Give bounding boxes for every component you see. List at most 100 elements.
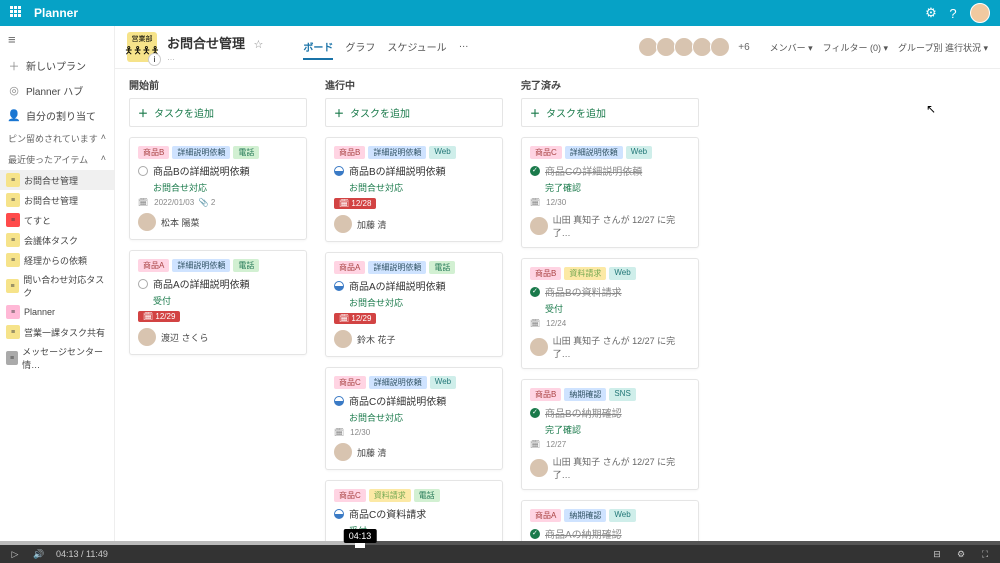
task-meta: 🗓 12/24 [530, 319, 690, 328]
sidebar-plan-item[interactable]: ≡会議体タスク [0, 230, 114, 250]
calendar-icon: 🗓 [138, 198, 148, 207]
view-tab[interactable]: スケジュール [387, 35, 446, 60]
plan-icon: ≡ [6, 305, 20, 319]
plan-label: メッセージセンター情… [22, 345, 108, 371]
user-avatar[interactable] [970, 3, 990, 23]
plan-menu[interactable]: … [167, 53, 263, 62]
calendar-icon: 🗓 [530, 319, 540, 328]
status-circle[interactable] [530, 166, 540, 176]
more-members[interactable]: +6 [738, 42, 749, 53]
nav-section-pinned[interactable]: ピン留めされています˄ [0, 128, 114, 149]
settings-icon[interactable]: ⚙ [920, 5, 942, 21]
task-meta: 🗓 12/27 [530, 440, 690, 449]
task-card[interactable]: 商品B資料請求Web商品Bの資料請求受付🗓 12/24山田 真知子 さんが 12… [521, 258, 699, 369]
add-task-button[interactable]: ＋タスクを追加 [521, 98, 699, 127]
status-circle[interactable] [530, 287, 540, 297]
header-filter[interactable]: メンバー ▾ [770, 43, 813, 53]
task-tag: 詳細説明依頼 [565, 146, 623, 159]
plan-icon: ≡ [6, 279, 19, 293]
status-circle[interactable] [334, 509, 344, 519]
plus-icon: ＋ [8, 60, 20, 72]
task-tag: 納期確認 [564, 388, 606, 401]
plan-label: お問合せ管理 [24, 174, 78, 187]
help-icon[interactable]: ? [942, 6, 964, 21]
cc-icon[interactable]: ⊟ [930, 549, 944, 560]
task-card[interactable]: 商品C詳細説明依頼Web商品Cの詳細説明依頼完了確認🗓 12/30山田 真知子 … [521, 137, 699, 248]
view-tab[interactable]: … [459, 35, 469, 60]
plan-label: 問い合わせ対応タスク [23, 273, 108, 299]
task-title: 商品Cの詳細説明依頼 [545, 163, 642, 178]
nav-label: 新しいプラン [26, 58, 86, 73]
task-tag: 詳細説明依頼 [368, 146, 426, 159]
assignee-avatar [138, 328, 156, 346]
chevron-up-icon: ˄ [101, 132, 106, 145]
sidebar-plan-item[interactable]: ≡Planner [0, 302, 114, 322]
sidebar-plan-item[interactable]: ≡ 営業一課タスク共有 [0, 322, 114, 342]
add-task-label: タスクを追加 [154, 105, 214, 120]
task-card[interactable]: 商品A詳細説明依頼電話商品Aの詳細説明依頼お問合せ対応🗓 12/29鈴木 花子 [325, 252, 503, 357]
task-tag: 詳細説明依頼 [368, 261, 426, 274]
task-tag: 電話 [414, 489, 440, 502]
column-title: 完了済み [521, 77, 699, 92]
column-title: 進行中 [325, 77, 503, 92]
add-task-button[interactable]: ＋タスクを追加 [129, 98, 307, 127]
header-filter[interactable]: グループ別 進行状況 ▾ [898, 43, 988, 53]
plan-label: 営業一課タスク共有 [24, 326, 105, 339]
info-icon[interactable]: i [148, 53, 161, 66]
status-circle[interactable] [530, 408, 540, 418]
plan-icon: 営業部 🯅🯅🯅🯅 i [127, 32, 157, 62]
task-card[interactable]: 商品A納期確認Web商品Aの納期確認完了確認🗓 12/27山田 真知子 さんが … [521, 500, 699, 545]
favorite-icon[interactable]: ☆ [253, 39, 263, 51]
nav-hub[interactable]: ◎Planner ハブ [0, 78, 114, 103]
task-card[interactable]: 商品B詳細説明依頼Web商品Bの詳細説明依頼お問合せ対応🗓 12/28加藤 清 [325, 137, 503, 242]
sidebar-plan-item[interactable]: ≡お問合せ管理 [0, 170, 114, 190]
hamburger-icon[interactable]: ≡ [0, 26, 114, 53]
sidebar-plan-item[interactable]: ≡メッセージセンター情… [0, 342, 114, 374]
status-circle[interactable] [334, 281, 344, 291]
fullscreen-icon[interactable]: ⛶ [978, 549, 992, 560]
view-tab[interactable]: ボード [303, 35, 333, 60]
sidebar-plan-item[interactable]: ≡ お問合せ管理 [0, 190, 114, 210]
task-tag: 商品C [334, 489, 366, 502]
status-circle[interactable] [530, 529, 540, 539]
task-tag: Web [609, 509, 635, 522]
status-circle[interactable] [334, 166, 344, 176]
nav-section-recent[interactable]: 最近使ったアイテム˄ [0, 149, 114, 170]
volume-icon[interactable]: 🔊 [32, 549, 46, 560]
task-tag: 電話 [233, 259, 259, 272]
plan-icon: ≡ [6, 193, 20, 207]
plan-label: お問合せ管理 [24, 194, 78, 207]
board-column: 進行中 ＋タスクを追加商品B詳細説明依頼Web商品Bの詳細説明依頼お問合せ対応🗓 … [325, 77, 503, 545]
status-circle[interactable] [138, 166, 148, 176]
sidebar-plan-item[interactable]: ≡てすと [0, 210, 114, 230]
add-task-button[interactable]: ＋タスクを追加 [325, 98, 503, 127]
plan-icon: ≡ [6, 325, 20, 339]
app-topbar: Planner ⚙ ? [0, 0, 1000, 26]
play-icon[interactable]: ▷ [8, 549, 22, 560]
task-card[interactable]: 商品B詳細説明依頼電話商品Bの詳細説明依頼お問合せ対応🗓 2022/01/03 … [129, 137, 307, 240]
header-filter[interactable]: フィルター (0) ▾ [823, 43, 888, 53]
waffle-icon[interactable] [10, 6, 24, 20]
sidebar-plan-item[interactable]: ≡経理からの依頼 [0, 250, 114, 270]
status-circle[interactable] [138, 279, 148, 289]
video-controls: 04:13 ▷ 🔊 04:13 / 11:49 ⊟ ⚙ ⛶ [0, 545, 1000, 563]
task-card[interactable]: 商品C詳細説明依頼Web商品Cの詳細説明依頼お問合せ対応🗓 12/30加藤 清 [325, 367, 503, 470]
task-title: 商品Cの資料請求 [349, 506, 426, 521]
plan-header: 営業部 🯅🯅🯅🯅 i お問合せ管理 ☆ … ボードグラフスケジュール… +6 メ… [115, 26, 1000, 69]
assignee-name: 松本 陽菜 [161, 216, 200, 229]
status-circle[interactable] [334, 396, 344, 406]
view-tab[interactable]: グラフ [345, 35, 375, 60]
task-tag: 商品B [530, 388, 561, 401]
nav-assigned[interactable]: 👤自分の割り当て [0, 103, 114, 128]
video-seek-track[interactable] [0, 541, 1000, 545]
task-checklist: 完了確認 [545, 423, 690, 436]
plus-icon: ＋ [334, 105, 344, 120]
task-assignee: 加藤 清 [334, 443, 494, 461]
sidebar-plan-item[interactable]: ≡ 問い合わせ対応タスク [0, 270, 114, 302]
member-avatars[interactable]: +6 [642, 37, 749, 57]
task-card[interactable]: 商品B納期確認SNS商品Bの納期確認完了確認🗓 12/27山田 真知子 さんが … [521, 379, 699, 490]
nav-new-plan[interactable]: ＋ 新しいプラン [0, 53, 114, 78]
task-card[interactable]: 商品A詳細説明依頼電話商品Aの詳細説明依頼受付🗓 12/29渡辺 さくら [129, 250, 307, 355]
task-completed-by: 山田 真知子 さんが 12/27 に完了… [530, 213, 690, 239]
video-settings-icon[interactable]: ⚙ [954, 549, 968, 560]
